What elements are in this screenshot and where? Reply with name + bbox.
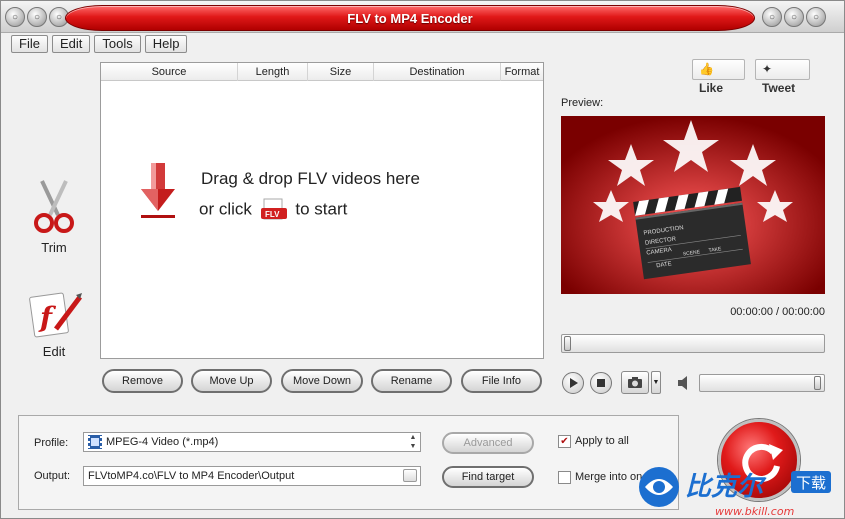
merge-checkbox[interactable] — [558, 471, 571, 484]
file-list-header: Source Length Size Destination Format — [101, 63, 543, 81]
title-bar: ○ ○ ○ FLV to MP4 Encoder ○ ○ ○ — [1, 1, 844, 33]
camera-icon — [628, 377, 642, 388]
column-size[interactable]: Size — [308, 63, 374, 81]
playback-time: 00:00:00 / 00:00:00 — [730, 306, 825, 318]
bkill-watermark-logo: 比克尔 下载 www.bkill.com — [639, 467, 831, 518]
svg-text:下载: 下载 — [796, 474, 826, 492]
twitter-bird-icon: ✦ — [762, 62, 773, 76]
trim-label: Trim — [41, 240, 67, 255]
right-window-controls: ○ ○ ○ — [762, 7, 826, 27]
stop-icon — [597, 379, 605, 387]
snapshot-button[interactable] — [621, 371, 649, 394]
output-label: Output: — [34, 470, 71, 482]
app-window: ○ ○ ○ FLV to MP4 Encoder ○ ○ ○ File Edit… — [0, 0, 845, 519]
seek-thumb[interactable] — [564, 336, 571, 351]
column-length[interactable]: Length — [238, 63, 308, 81]
snapshot-dropdown[interactable]: ▼ — [651, 371, 661, 394]
thumbs-up-icon: 👍 — [699, 62, 714, 76]
menu-help[interactable]: Help — [144, 35, 188, 53]
play-icon — [570, 378, 578, 388]
find-target-button[interactable]: Find target — [442, 466, 534, 488]
tweet-button[interactable]: ✦ Tweet — [755, 59, 810, 95]
profile-value: MPEG-4 Video (*.mp4) — [106, 436, 219, 448]
edit-label: Edit — [42, 344, 66, 359]
add-flv-icon[interactable]: FLV — [260, 198, 287, 222]
svg-text:FLV: FLV — [265, 210, 280, 219]
output-settings-panel — [18, 415, 679, 510]
browse-folder-button[interactable] — [403, 469, 417, 482]
minimize-icon[interactable]: ○ — [784, 7, 804, 27]
drop-hint-line2: or click FLV to start — [199, 198, 347, 222]
menu-file[interactable]: File — [11, 35, 48, 53]
play-button[interactable] — [562, 372, 584, 394]
edit-button[interactable]: f Edit — [19, 289, 89, 359]
download-arrow-icon — [141, 163, 175, 218]
settings-dot-icon[interactable]: ○ — [27, 7, 47, 27]
drop-hint-prefix: or click — [199, 199, 252, 219]
flash-edit-icon: f — [29, 292, 82, 338]
output-path-value: FLVtoMP4.co\FLV to MP4 Encoder\Output — [88, 470, 295, 482]
column-destination[interactable]: Destination — [374, 63, 501, 81]
file-info-button[interactable]: File Info — [461, 369, 542, 393]
column-source[interactable]: Source — [101, 63, 238, 81]
profile-select[interactable]: MPEG-4 Video (*.mp4) ▲ ▼ — [83, 432, 421, 452]
preview-area: PRODUCTION DIRECTOR CAMERA DATE SCENE TA… — [561, 116, 825, 294]
rename-button[interactable]: Rename — [371, 369, 452, 393]
menu-bar: File Edit Tools Help — [11, 35, 188, 53]
settings-dot-icon[interactable]: ○ — [5, 7, 25, 27]
facebook-like-button[interactable]: 👍 Like — [692, 59, 745, 95]
volume-thumb[interactable] — [814, 376, 821, 390]
file-list[interactable]: Source Length Size Destination Format Dr… — [100, 62, 544, 359]
column-format[interactable]: Format — [501, 63, 543, 81]
menu-edit[interactable]: Edit — [51, 35, 91, 53]
speaker-icon — [678, 376, 687, 390]
apply-to-all-label: Apply to all — [575, 435, 629, 447]
drop-hint-suffix: to start — [295, 199, 348, 219]
svg-text:比克尔: 比克尔 — [685, 472, 767, 502]
move-up-button[interactable]: Move Up — [191, 369, 272, 393]
apply-to-all-checkbox[interactable]: ✔ — [558, 435, 571, 448]
svg-text:www.bkill.com: www.bkill.com — [715, 505, 794, 518]
profile-label: Profile: — [34, 437, 69, 449]
title-banner: FLV to MP4 Encoder — [65, 5, 755, 31]
output-path-field[interactable]: FLVtoMP4.co\FLV to MP4 Encoder\Output — [83, 466, 421, 486]
window-title: FLV to MP4 Encoder — [347, 11, 473, 26]
advanced-button[interactable]: Advanced — [442, 432, 534, 454]
seek-bar[interactable] — [561, 334, 825, 353]
film-icon — [88, 435, 102, 449]
menu-tools[interactable]: Tools — [94, 35, 141, 53]
preview-label: Preview: — [561, 97, 604, 109]
remove-button[interactable]: Remove — [102, 369, 183, 393]
left-window-controls: ○ ○ ○ — [5, 7, 69, 27]
trim-button[interactable]: Trim — [19, 179, 89, 255]
clapperboard-stars-image: PRODUCTION DIRECTOR CAMERA DATE SCENE TA… — [561, 116, 825, 294]
close-icon[interactable]: ○ — [806, 7, 826, 27]
help-icon[interactable]: ○ — [762, 7, 782, 27]
scissors-icon — [34, 180, 74, 233]
stop-button[interactable] — [590, 372, 612, 394]
tweet-label: Tweet — [762, 81, 796, 95]
move-down-button[interactable]: Move Down — [281, 369, 363, 393]
volume-slider[interactable] — [699, 374, 825, 392]
like-label: Like — [699, 81, 724, 95]
chevron-updown-icon[interactable]: ▲ ▼ — [406, 433, 420, 451]
drop-hint-line1: Drag & drop FLV videos here — [201, 169, 420, 188]
